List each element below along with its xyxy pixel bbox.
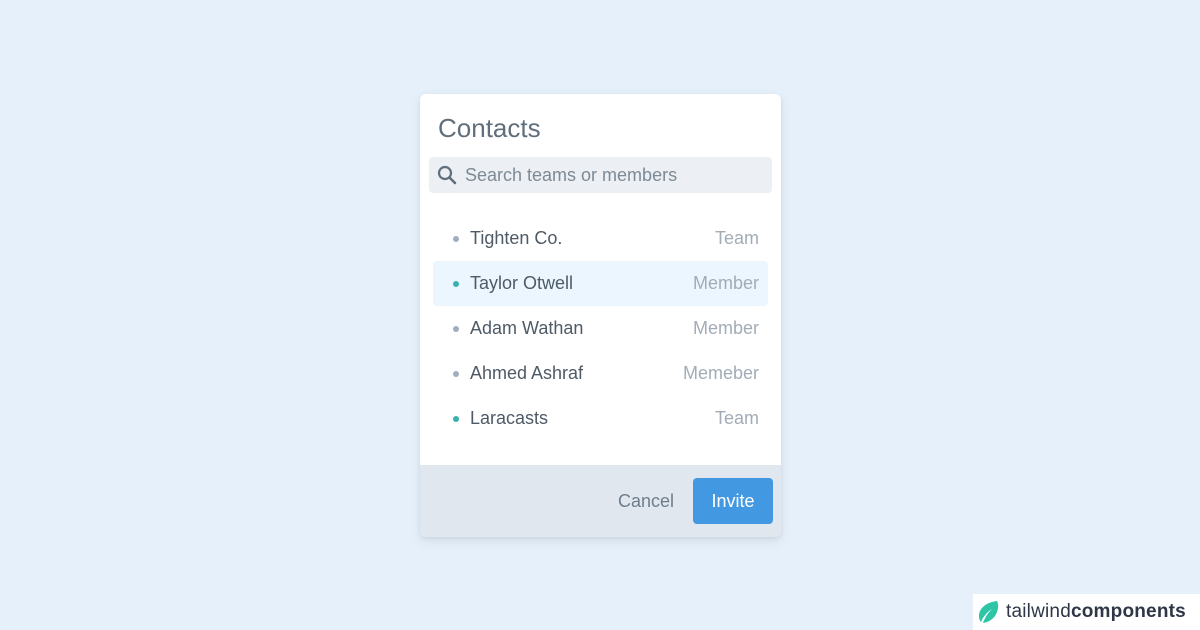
brand-text-light: tailwind bbox=[1006, 601, 1071, 622]
contact-name: Taylor Otwell bbox=[470, 273, 574, 293]
status-dot bbox=[453, 280, 459, 287]
contact-role: Team bbox=[714, 228, 759, 248]
search-icon bbox=[436, 164, 458, 186]
status-dot bbox=[453, 415, 459, 422]
contact-role: Team bbox=[714, 408, 759, 428]
search-box[interactable] bbox=[429, 157, 772, 193]
contact-role: Memeber bbox=[682, 363, 759, 383]
list-item[interactable]: Laracasts Team bbox=[433, 396, 768, 441]
list-item[interactable]: Adam Wathan Member bbox=[433, 306, 768, 351]
card-footer: Cancel Invite bbox=[420, 465, 781, 537]
list-item[interactable]: Tighten Co. Team bbox=[433, 216, 768, 261]
contact-name: Adam Wathan bbox=[470, 318, 584, 338]
contact-name: Ahmed Ashraf bbox=[470, 363, 584, 383]
status-dot bbox=[453, 370, 459, 377]
invite-button[interactable]: Invite bbox=[693, 478, 773, 524]
status-dot bbox=[453, 235, 459, 242]
contact-role: Member bbox=[692, 318, 759, 338]
contact-name: Laracasts bbox=[470, 408, 549, 428]
status-dot bbox=[453, 325, 459, 332]
cancel-button[interactable]: Cancel bbox=[610, 479, 682, 524]
contact-list: Tighten Co. Team Taylor Otwell Member Ad… bbox=[433, 216, 768, 441]
brand-text-bold: components bbox=[1070, 601, 1186, 622]
brand-logo[interactable]: tailwindcomponents bbox=[973, 594, 1200, 630]
contact-name: Tighten Co. bbox=[470, 228, 563, 248]
leaf-icon bbox=[977, 600, 1000, 624]
list-item[interactable]: Ahmed Ashraf Memeber bbox=[433, 351, 768, 396]
card-title: Contacts bbox=[438, 113, 541, 143]
search-input[interactable] bbox=[465, 157, 755, 193]
contacts-card: Contacts Tighten Co. Team Taylor Otwell … bbox=[420, 94, 781, 537]
contact-role: Member bbox=[692, 273, 759, 293]
brand-text: tailwindcomponents bbox=[1006, 601, 1186, 623]
list-item[interactable]: Taylor Otwell Member bbox=[433, 261, 768, 306]
